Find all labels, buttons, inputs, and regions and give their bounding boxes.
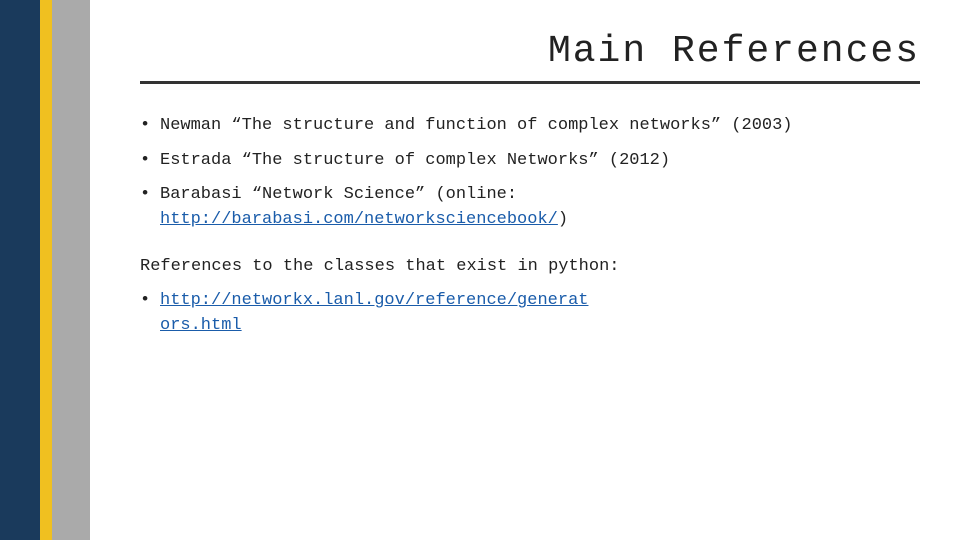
bar-gray — [52, 0, 90, 540]
content-area: Main References Newman “The structure an… — [110, 0, 960, 540]
references-paragraph: References to the classes that exist in … — [140, 255, 920, 280]
networkx-link[interactable]: http://networkx.lanl.gov/reference/gener… — [160, 291, 588, 335]
left-decorative-bars — [0, 0, 90, 540]
ref-link-list: http://networkx.lanl.gov/reference/gener… — [140, 289, 920, 338]
bullet-list: Newman “The structure and function of co… — [140, 114, 920, 233]
list-item: Newman “The structure and function of co… — [140, 114, 920, 139]
slide-container: Main References Newman “The structure an… — [0, 0, 960, 540]
list-item: Barabasi “Network Science” (online: http… — [140, 183, 920, 232]
list-item-text: Newman “The structure and function of co… — [160, 116, 793, 135]
list-item-text: Barabasi “Network Science” (online: http… — [160, 185, 568, 229]
barabasi-link[interactable]: http://barabasi.com/networksciencebook/ — [160, 210, 558, 229]
list-item: Estrada “The structure of complex Networ… — [140, 149, 920, 174]
list-item-text: Estrada “The structure of complex Networ… — [160, 151, 670, 170]
references-text: References to the classes that exist in … — [140, 257, 619, 276]
bar-dark-blue — [0, 0, 40, 540]
title-underline — [140, 81, 920, 84]
bar-yellow — [40, 0, 52, 540]
list-item: http://networkx.lanl.gov/reference/gener… — [140, 289, 920, 338]
slide-title: Main References — [140, 30, 920, 73]
